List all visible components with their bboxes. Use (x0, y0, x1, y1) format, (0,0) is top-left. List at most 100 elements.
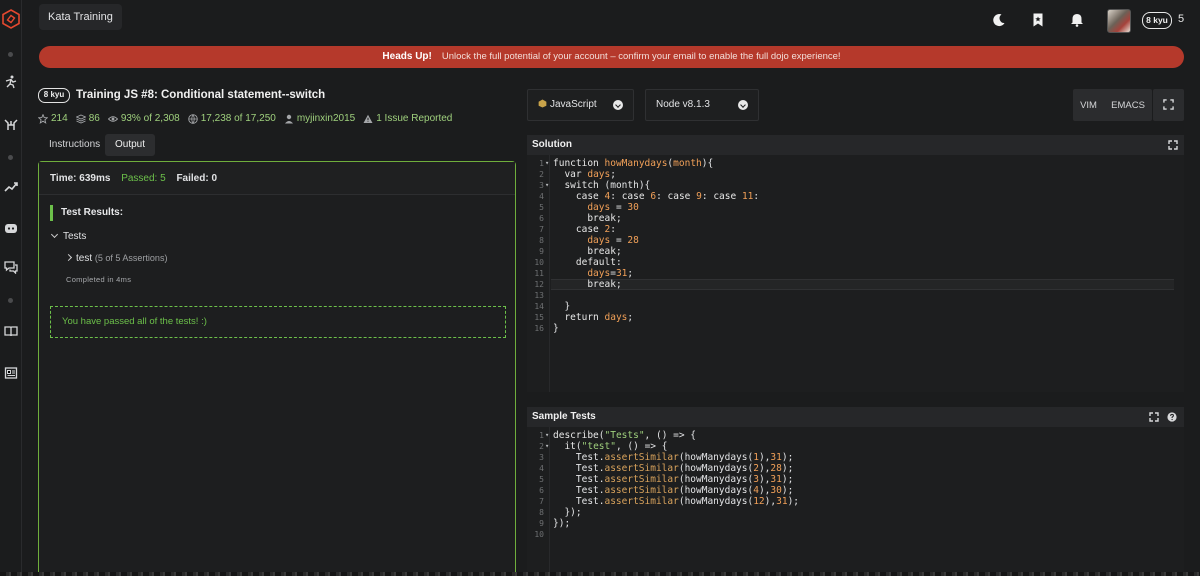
issues-text: 1 Issue Reported (376, 113, 453, 124)
practice-icon[interactable] (4, 75, 18, 89)
star-icon (38, 113, 48, 124)
kata-title[interactable]: Training JS #8: Conditional statement--s… (76, 89, 325, 101)
author-stat[interactable]: myjinxin2015 (284, 113, 355, 124)
sample-tests-header: Sample Tests (527, 407, 1184, 427)
left-sidebar (0, 0, 22, 576)
user-rank-badge[interactable]: 8 kyu (1142, 12, 1172, 29)
kata-training-button[interactable]: Kata Training (39, 4, 122, 30)
line-number: 4 (539, 192, 544, 201)
leaderboard-icon[interactable] (4, 180, 18, 194)
output-panel: Time: 639ms Passed: 5 Failed: 0 Test Res… (38, 161, 516, 576)
globe-icon (187, 113, 198, 124)
stars-stat[interactable]: 214 (38, 113, 68, 124)
chevron-down-icon (50, 230, 59, 239)
sample-tests-title: Sample Tests (532, 411, 596, 422)
sample-tests-editor[interactable]: 1 ▾ describe("Tests", () => { 2 ▾ it("test"… (527, 427, 1184, 572)
help-icon[interactable] (1167, 412, 1177, 422)
runtime-value: Node v8.1.3 (656, 99, 710, 110)
line-number: 2 (539, 170, 544, 179)
discussions-icon[interactable] (4, 260, 18, 274)
line-number: 16 (534, 324, 544, 333)
completed-time: Completed in 4ms (66, 275, 132, 284)
kumite-icon[interactable] (4, 118, 18, 132)
codewars-logo-icon[interactable] (1, 9, 21, 29)
test-item[interactable]: test (5 of 5 Assertions) (64, 253, 167, 264)
tests-group[interactable]: Tests (50, 230, 87, 242)
all-passed-message: You have passed all of the tests! :) (50, 306, 506, 338)
banner-message: Unlock the full potential of your accoun… (441, 51, 841, 62)
docs-book-icon[interactable] (4, 324, 18, 338)
line-number: 2 (539, 442, 544, 451)
line-number: 9 (539, 519, 544, 528)
line-number: 6 (539, 486, 544, 495)
fold-icon[interactable]: ▾ (545, 441, 549, 452)
language-value: JavaScript (550, 99, 597, 110)
satisfaction-value: 93% of 2,308 (120, 113, 180, 124)
kata-rank-badge: 8 kyu (38, 88, 70, 103)
chevron-right-icon (64, 253, 73, 262)
completed-stat: 17,238 of 17,250 (187, 113, 276, 124)
solution-editor[interactable]: 1 ▾ function howManydays(month){ 2 var day… (527, 155, 1184, 392)
line-number: 8 (539, 236, 544, 245)
keybinding-mode-group: VIM EMACS (1073, 89, 1152, 121)
bell-icon[interactable] (1070, 13, 1084, 27)
vim-mode-button[interactable]: VIM (1080, 100, 1097, 111)
sidebar-divider-dot (8, 52, 13, 57)
moon-icon[interactable] (992, 13, 1006, 27)
chevron-down-icon (613, 100, 623, 110)
user-avatar[interactable] (1107, 9, 1131, 33)
test-name: test (76, 253, 93, 264)
collections-stat[interactable]: 86 (75, 113, 100, 124)
kata-stats: 214 86 93% of 2,308 17,238 of 17,250 myj… (38, 113, 452, 124)
passed-count: Passed: 5 (121, 173, 166, 184)
taskbar-edge (0, 572, 1200, 576)
expand-icon[interactable] (1168, 140, 1178, 150)
honor-count: 5 (1178, 13, 1185, 25)
bookmark-icon[interactable] (1031, 13, 1045, 27)
sidebar-divider-dot (8, 298, 13, 303)
confirm-email-banner[interactable]: Heads Up! Unlock the full potential of yo… (39, 46, 1184, 68)
tests-group-label: Tests (63, 231, 87, 242)
line-number: 7 (539, 497, 544, 506)
app-root: Kata Training 8 kyu 5 Heads Up! Unlock th… (0, 0, 1200, 576)
emacs-mode-button[interactable]: EMACS (1111, 100, 1145, 111)
line-number: 9 (539, 247, 544, 256)
runtime-select[interactable]: Node v8.1.3 (645, 89, 759, 121)
blog-news-icon[interactable] (4, 366, 18, 380)
line-number: 1 (539, 159, 544, 168)
solution-header: Solution (527, 135, 1184, 155)
eye-icon (107, 115, 118, 122)
line-number: 3 (539, 181, 544, 190)
tab-output[interactable]: Output (105, 134, 156, 156)
line-number: 12 (534, 280, 544, 289)
fullscreen-icon (1163, 99, 1174, 110)
line-number: 6 (539, 214, 544, 223)
test-results-heading: Test Results: (50, 205, 123, 221)
line-number: 10 (534, 530, 544, 539)
run-time: Time: 639ms (50, 173, 111, 184)
fold-icon[interactable]: ▾ (545, 430, 549, 441)
solution-title: Solution (532, 139, 572, 150)
tab-instructions[interactable]: Instructions (39, 134, 110, 156)
line-number: 7 (539, 225, 544, 234)
failed-count: Failed: 0 (176, 173, 218, 184)
issues-stat[interactable]: 1 Issue Reported (363, 113, 452, 124)
line-number: 10 (534, 258, 544, 267)
collections-count: 86 (88, 113, 100, 124)
author-name: myjinxin2015 (296, 113, 356, 124)
line-number: 5 (539, 203, 544, 212)
fold-icon[interactable]: ▾ (545, 180, 549, 191)
line-number: 1 (539, 431, 544, 440)
layers-icon (75, 114, 86, 123)
satisfaction-stat: 93% of 2,308 (107, 113, 180, 124)
fold-icon[interactable]: ▾ (545, 158, 549, 169)
sidebar-divider-dot (8, 155, 13, 160)
completed-value: 17,238 of 17,250 (200, 113, 276, 124)
language-select[interactable]: JavaScript (527, 89, 634, 121)
fullscreen-button[interactable] (1153, 89, 1184, 121)
line-number: 5 (539, 475, 544, 484)
discord-icon[interactable] (4, 221, 18, 235)
javascript-icon (538, 99, 547, 108)
expand-icon[interactable] (1149, 412, 1159, 422)
warning-icon (363, 114, 373, 123)
